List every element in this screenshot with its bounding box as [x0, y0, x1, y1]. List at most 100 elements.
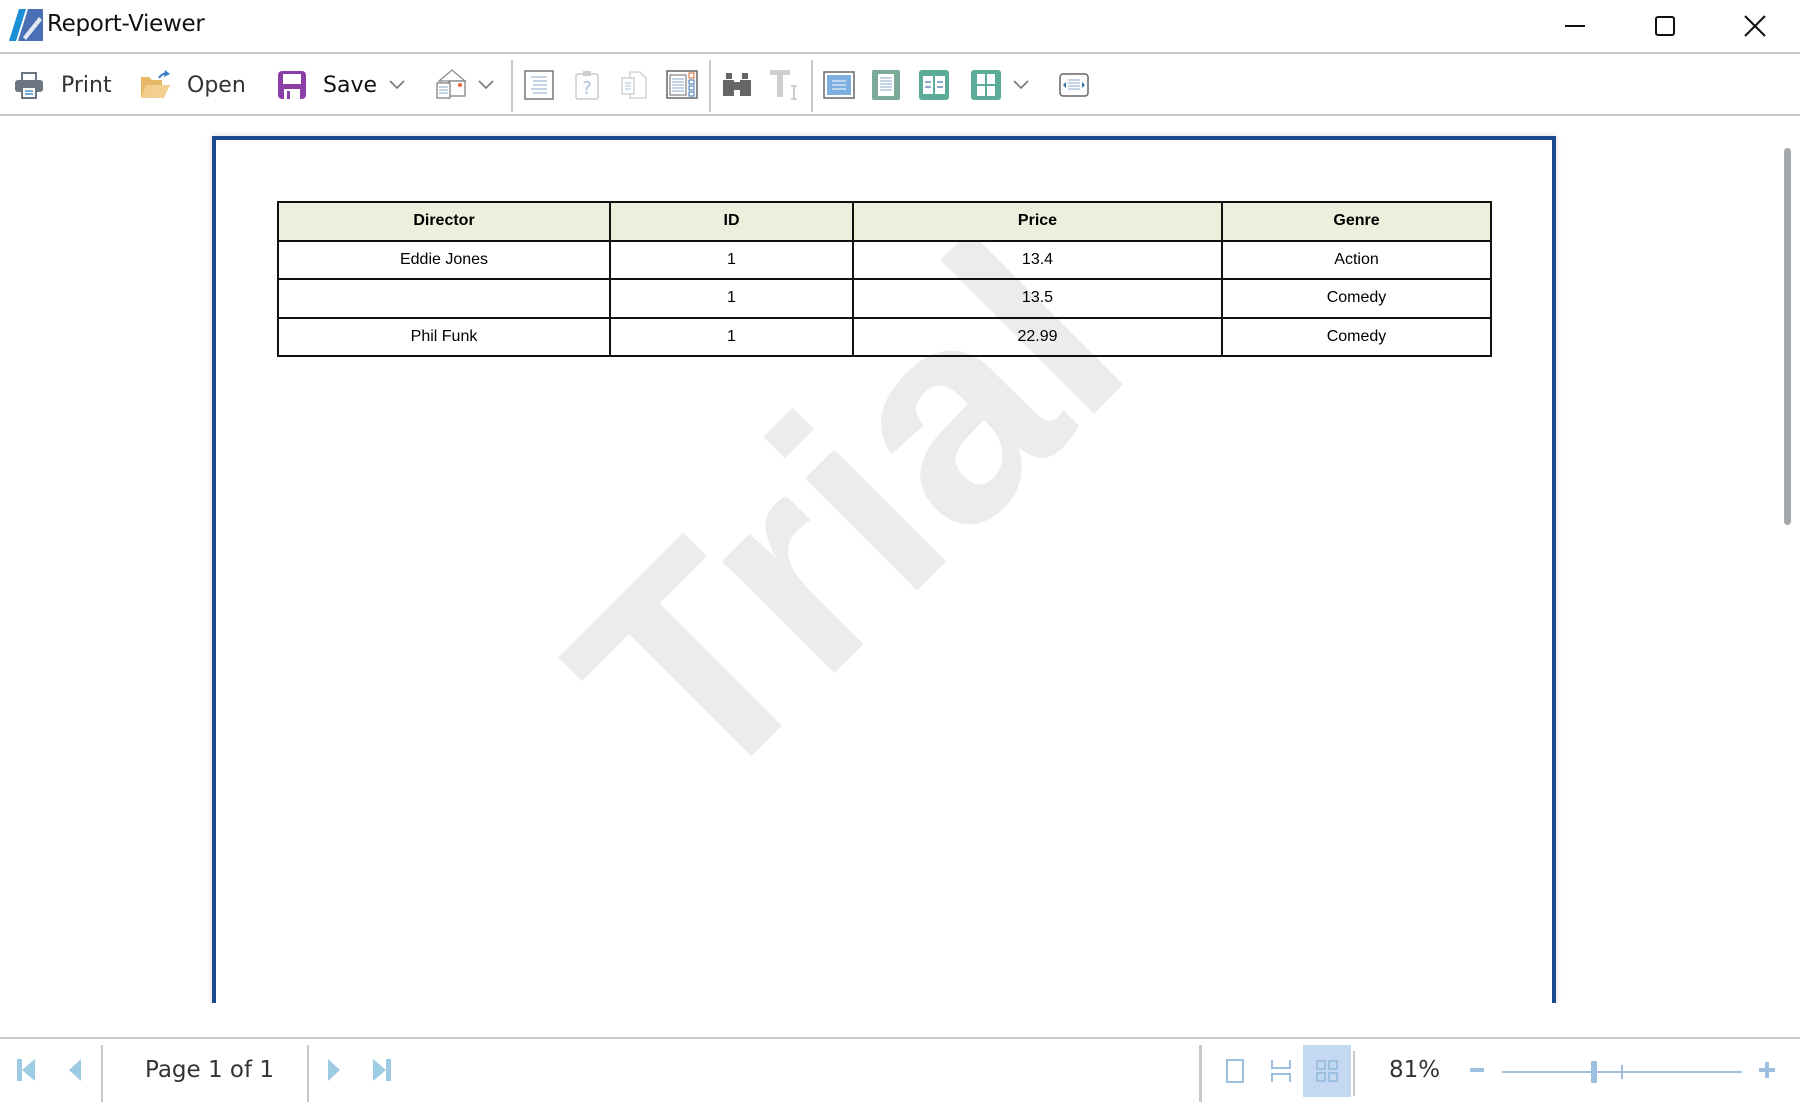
column-header-id: ID	[609, 201, 854, 242]
page-width-button[interactable]	[1058, 56, 1090, 114]
multi-page-view-icon	[1316, 1060, 1338, 1082]
chevron-down-icon	[1013, 80, 1029, 90]
open-button[interactable]: Open	[139, 56, 246, 114]
close-icon	[1744, 15, 1766, 37]
statusbar-separator	[1199, 1045, 1202, 1102]
toolbar-separator	[709, 60, 711, 112]
previous-page-button[interactable]	[57, 1051, 93, 1089]
text-select-button[interactable]	[769, 56, 801, 114]
maximize-button[interactable]	[1620, 0, 1710, 52]
chevron-down-icon	[389, 80, 405, 90]
document-map-icon	[524, 70, 554, 100]
cell-director	[277, 278, 611, 319]
single-page-button[interactable]	[823, 56, 855, 114]
thumbnails-icon	[666, 70, 698, 99]
parameters-button[interactable]: ?	[572, 56, 602, 114]
report-table: Director ID Price Genre Eddie Jones 1 13…	[277, 201, 1492, 357]
minimize-icon	[1565, 25, 1585, 27]
print-label: Print	[61, 72, 112, 98]
multi-page-view-button[interactable]	[1303, 1045, 1351, 1097]
statusbar-separator	[101, 1045, 103, 1102]
page-width-icon	[1059, 73, 1089, 97]
text-select-icon	[770, 70, 797, 100]
toolbar-separator	[511, 60, 513, 112]
cell-price: 13.4	[852, 239, 1223, 280]
page-indicator: Page 1 of 1	[145, 1057, 275, 1083]
table-header-row: Director ID Price Genre	[277, 201, 1492, 242]
last-page-icon	[373, 1059, 391, 1081]
table-row: Eddie Jones 1 13.4 Action	[277, 239, 1492, 280]
save-dropdown[interactable]	[388, 56, 406, 114]
vertical-scrollbar[interactable]	[1780, 118, 1800, 1003]
chevron-down-icon	[478, 80, 494, 90]
copy-button[interactable]	[618, 56, 650, 114]
first-page-icon	[17, 1059, 35, 1081]
continuous-view-icon	[1271, 1060, 1291, 1082]
cell-id: 1	[609, 239, 854, 280]
thumbnails-button[interactable]	[666, 56, 698, 114]
zoom-in-button[interactable]	[1749, 1051, 1785, 1089]
next-page-icon	[328, 1059, 340, 1081]
single-page-view-icon	[1226, 1059, 1244, 1083]
minus-icon	[1470, 1068, 1484, 1072]
zoom-slider-tick	[1621, 1065, 1623, 1079]
cell-price: 22.99	[852, 316, 1223, 357]
toolbar-separator	[811, 60, 813, 112]
printer-icon	[15, 72, 43, 99]
column-header-genre: Genre	[1221, 201, 1492, 242]
save-disk-icon	[278, 71, 306, 99]
zoom-value: 81%	[1389, 1057, 1441, 1083]
find-button[interactable]	[721, 56, 753, 114]
next-page-button[interactable]	[316, 1051, 352, 1089]
report-viewport: Trial Director ID Price Genre Eddie Jone…	[0, 118, 1800, 1003]
last-page-button[interactable]	[364, 1051, 400, 1089]
report-page: Trial Director ID Price Genre Eddie Jone…	[212, 136, 1556, 1003]
scrollbar-thumb[interactable]	[1784, 148, 1791, 525]
multi-page-button[interactable]	[970, 56, 1002, 114]
email-dropdown[interactable]	[477, 56, 495, 114]
multi-page-icon	[971, 70, 1001, 100]
window-title: Report-Viewer	[47, 11, 205, 37]
cell-genre: Action	[1221, 239, 1492, 280]
column-header-price: Price	[852, 201, 1223, 242]
send-email-button[interactable]	[435, 56, 469, 114]
zoom-out-button[interactable]	[1459, 1051, 1495, 1089]
cell-genre: Comedy	[1221, 316, 1492, 357]
column-header-director: Director	[277, 201, 611, 242]
single-page-icon	[823, 71, 855, 99]
page-layout-dropdown[interactable]	[1012, 56, 1030, 114]
zoom-slider-thumb[interactable]	[1591, 1061, 1597, 1083]
table-row: 1 13.5 Comedy	[277, 278, 1492, 319]
continuous-page-button[interactable]	[871, 56, 901, 114]
single-page-view-button[interactable]	[1212, 1045, 1258, 1097]
print-button[interactable]: Print	[14, 56, 112, 114]
zoom-slider[interactable]	[1502, 1059, 1742, 1085]
cell-price: 13.5	[852, 278, 1223, 319]
cell-director: Eddie Jones	[277, 239, 611, 280]
two-page-icon	[919, 70, 949, 100]
statusbar-separator	[307, 1045, 309, 1102]
parameters-icon: ?	[575, 71, 599, 100]
statusbar-separator	[1353, 1051, 1355, 1096]
document-map-button[interactable]	[523, 56, 555, 114]
first-page-button[interactable]	[8, 1051, 44, 1089]
save-button[interactable]: Save	[277, 56, 377, 114]
status-bar: Page 1 of 1 81%	[0, 1037, 1800, 1102]
toolbar: Print Open Save ?	[0, 56, 1800, 116]
email-icon	[436, 69, 467, 99]
continuous-view-button[interactable]	[1258, 1045, 1304, 1097]
minimize-button[interactable]	[1530, 0, 1620, 52]
previous-page-icon	[69, 1059, 81, 1081]
cell-id: 1	[609, 316, 854, 357]
find-icon	[723, 73, 751, 96]
title-bar: Report-Viewer	[0, 0, 1800, 54]
copy-pages-icon	[621, 71, 647, 99]
save-label: Save	[323, 72, 378, 98]
cell-id: 1	[609, 278, 854, 319]
close-button[interactable]	[1710, 0, 1800, 52]
app-logo-icon	[9, 9, 43, 41]
cell-genre: Comedy	[1221, 278, 1492, 319]
open-folder-icon	[141, 70, 170, 98]
two-page-button[interactable]	[918, 56, 950, 114]
continuous-page-icon	[872, 70, 900, 100]
